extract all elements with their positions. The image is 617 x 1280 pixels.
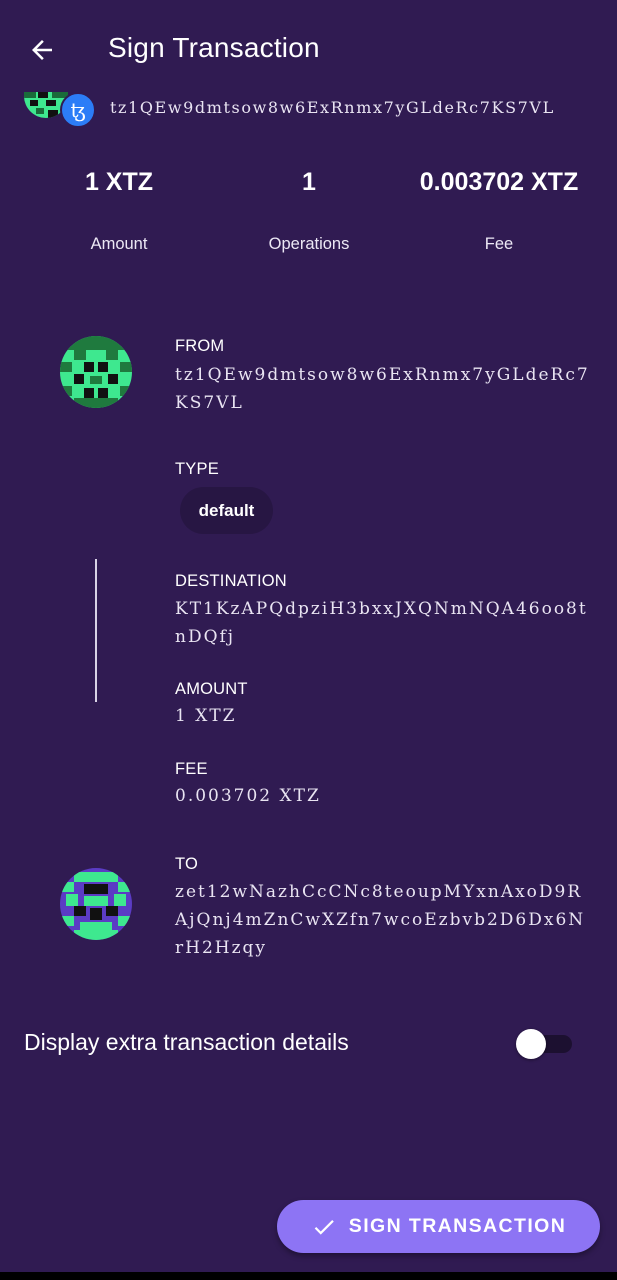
account-header: ꜩ tz1QEw9dmtsow8w6ExRnmx7yGLdeRc7KS7VL (24, 88, 604, 128)
tezos-icon: ꜩ (60, 92, 96, 128)
system-nav-bar (0, 1272, 617, 1280)
to-address: zet12wNazhCcCNc8teoupMYxnAxoD9RAjQnj4mZn… (175, 882, 586, 958)
sign-transaction-button[interactable]: SIGN TRANSACTION (277, 1200, 600, 1253)
to-avatar (60, 868, 132, 940)
arrow-left-icon (32, 40, 52, 60)
from-label: FROM (175, 337, 225, 355)
fee-value: 0.003702 XTZ (175, 786, 321, 806)
amount-value: 1 XTZ (175, 706, 237, 726)
stat-fee: 0.003702 XTZ Fee (410, 168, 588, 254)
destination-label: DESTINATION (175, 572, 287, 590)
type-label: TYPE (175, 460, 219, 478)
from-address: tz1QEw9dmtsow8w6ExRnmx7yGLdeRc7KS7VL (175, 365, 590, 413)
from-avatar (60, 336, 132, 408)
extra-details-toggle[interactable] (516, 1027, 574, 1059)
stat-value: 0.003702 XTZ (419, 168, 579, 196)
amount-label: AMOUNT (175, 680, 248, 698)
stat-label: Operations (268, 235, 350, 253)
page-title: Sign Transaction (108, 32, 320, 63)
stat-value: 1 (302, 168, 316, 196)
stat-label: Fee (484, 235, 514, 253)
stat-operations: 1 Operations (249, 168, 369, 254)
check-icon (314, 1219, 334, 1235)
extra-details-row: Display extra transaction details (24, 1024, 584, 1064)
stat-value: 1 XTZ (84, 168, 154, 196)
destination-address: KT1KzAPQdpziH3bxxJXQNmNQA46oo8tnDQfj (175, 599, 588, 647)
fee-label: FEE (175, 760, 208, 778)
account-address: tz1QEw9dmtsow8w6ExRnmx7yGLdeRc7KS7VL (110, 98, 555, 117)
toggle-thumb (516, 1029, 546, 1059)
flow-line (95, 559, 97, 702)
back-button[interactable] (22, 30, 62, 70)
type-chip: default (180, 487, 273, 534)
app-bar: Sign Transaction (0, 0, 617, 100)
transaction-summary: 1 XTZ Amount 1 Operations 0.003702 XTZ F… (0, 168, 617, 268)
sign-transaction-label: SIGN TRANSACTION (348, 1215, 567, 1237)
extra-details-label: Display extra transaction details (24, 1029, 349, 1055)
stat-amount: 1 XTZ Amount (60, 168, 178, 254)
to-label: TO (175, 855, 199, 873)
stat-label: Amount (90, 235, 148, 253)
